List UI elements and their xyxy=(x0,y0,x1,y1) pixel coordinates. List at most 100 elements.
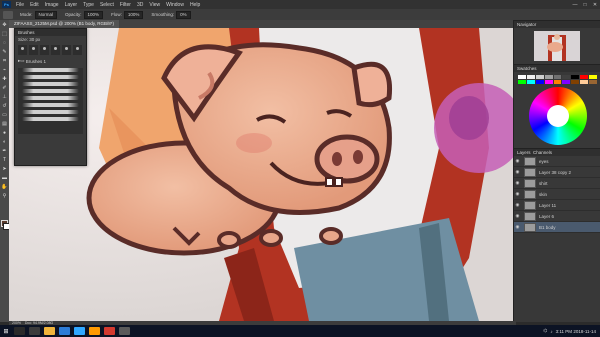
eye-icon[interactable]: ◉ xyxy=(514,158,521,164)
menu-window[interactable]: Window xyxy=(163,2,187,8)
menu-help[interactable]: Help xyxy=(187,2,203,8)
color-swatch[interactable] xyxy=(526,80,535,84)
brush-stroke-preview[interactable] xyxy=(22,103,79,107)
color-swatch[interactable] xyxy=(535,80,544,84)
brush-folder-row[interactable]: ▸▭ Brushes 1 xyxy=(15,57,86,65)
brush-tip[interactable] xyxy=(29,45,38,55)
file-explorer-icon[interactable] xyxy=(44,327,55,335)
color-swatch[interactable] xyxy=(571,80,580,84)
crop-tool-icon[interactable]: ⌗ xyxy=(1,58,8,65)
windows-start-icon[interactable]: ⊞ xyxy=(0,325,12,337)
zoom-tool-icon[interactable]: ⚲ xyxy=(1,193,8,200)
clock[interactable]: 3:11 PM 2018-11-14 xyxy=(556,329,596,334)
color-swatch[interactable] xyxy=(580,75,589,79)
opacity-option[interactable]: Opacity: 100% xyxy=(65,10,104,19)
brush-stroke-preview[interactable] xyxy=(22,117,79,121)
eye-icon[interactable]: ◉ xyxy=(514,213,521,219)
menu-image[interactable]: Image xyxy=(42,2,62,8)
brush-tip[interactable] xyxy=(51,45,60,55)
brush-stroke-preview[interactable] xyxy=(22,75,79,79)
document-tab[interactable]: ZIFAASS_2125M.psd @ 200% (B1 body, RGB/8… xyxy=(9,20,120,28)
stamp-tool-icon[interactable]: ⊥ xyxy=(1,94,8,101)
color-swatch[interactable] xyxy=(518,75,526,79)
color-swatch[interactable] xyxy=(589,75,597,79)
color-swatch[interactable] xyxy=(589,80,597,84)
color-swatch[interactable] xyxy=(562,75,571,79)
quick-select-tool-icon[interactable]: ✎ xyxy=(1,49,8,56)
navigator-thumbnail[interactable] xyxy=(534,31,580,61)
menu-edit[interactable]: Edit xyxy=(27,2,42,8)
brush-tip[interactable] xyxy=(40,45,49,55)
dodge-tool-icon[interactable]: ◐ xyxy=(1,139,8,146)
brush-preset-icon[interactable] xyxy=(3,10,13,19)
brush-stroke-preview[interactable] xyxy=(22,68,79,72)
eye-icon[interactable]: ◉ xyxy=(514,191,521,197)
maximize-icon[interactable]: □ xyxy=(580,2,590,8)
flow-field[interactable]: 100% xyxy=(123,10,144,19)
color-swatch[interactable] xyxy=(544,80,553,84)
color-swatch[interactable] xyxy=(562,80,571,84)
brush-tip[interactable] xyxy=(62,45,71,55)
color-wheel[interactable] xyxy=(528,87,587,145)
layer-row-selected[interactable]: ◉ B1 body xyxy=(514,222,600,233)
hand-tool-icon[interactable]: ✋ xyxy=(1,184,8,191)
smoothing-option[interactable]: Smoothing: 0% xyxy=(151,10,191,19)
layer-row[interactable]: ◉ eyes xyxy=(514,156,600,167)
volume-icon[interactable]: ♪ xyxy=(550,329,552,334)
history-brush-tool-icon[interactable]: ↺ xyxy=(1,103,8,110)
pen-tool-icon[interactable]: ✒ xyxy=(1,148,8,155)
move-tool-icon[interactable]: ✥ xyxy=(1,22,8,29)
color-swatch[interactable] xyxy=(518,80,526,84)
eye-icon[interactable]: ◉ xyxy=(514,202,521,208)
brush-size-value[interactable]: 30 px xyxy=(29,37,40,42)
app-taskbar-icon[interactable] xyxy=(119,327,130,335)
eyedropper-tool-icon[interactable]: ⌁ xyxy=(1,67,8,74)
menu-view[interactable]: View xyxy=(146,2,163,8)
menu-select[interactable]: Select xyxy=(97,2,117,8)
opacity-field[interactable]: 100% xyxy=(83,10,104,19)
lasso-tool-icon[interactable]: ◌ xyxy=(1,40,8,47)
mode-option[interactable]: Mode: Normal xyxy=(20,10,58,19)
color-swatch[interactable] xyxy=(580,80,589,84)
menu-filter[interactable]: Filter xyxy=(117,2,134,8)
menu-type[interactable]: Type xyxy=(80,2,97,8)
healing-tool-icon[interactable]: ✚ xyxy=(1,76,8,83)
brush-stroke-preview[interactable] xyxy=(22,82,79,86)
color-swatch[interactable] xyxy=(535,75,544,79)
layer-row[interactable]: ◉ skin xyxy=(514,189,600,200)
close-icon[interactable]: ✕ xyxy=(590,2,600,8)
blur-tool-icon[interactable]: ● xyxy=(1,130,8,137)
task-view-icon[interactable] xyxy=(29,327,40,335)
type-tool-icon[interactable]: T xyxy=(1,157,8,164)
color-swatch[interactable] xyxy=(553,80,562,84)
eye-icon[interactable]: ◉ xyxy=(514,224,521,230)
layer-row[interactable]: ◉ shirt xyxy=(514,178,600,189)
smoothing-field[interactable]: 0% xyxy=(176,10,191,19)
channels-tab[interactable]: Channels xyxy=(533,150,552,155)
brush-tip[interactable] xyxy=(18,45,27,55)
path-select-tool-icon[interactable]: ➤ xyxy=(1,166,8,173)
layer-row[interactable]: ◉ Layer 11 xyxy=(514,200,600,211)
navigator-panel-header[interactable]: Navigator xyxy=(514,20,600,28)
eraser-tool-icon[interactable]: ▭ xyxy=(1,112,8,119)
mode-select[interactable]: Normal xyxy=(34,10,58,19)
swatches-panel-header[interactable]: Swatches xyxy=(514,64,600,72)
brush-tool-icon[interactable]: ✐ xyxy=(1,85,8,92)
color-swatch[interactable] xyxy=(526,75,535,79)
color-swatch[interactable] xyxy=(553,75,562,79)
eye-icon[interactable]: ◉ xyxy=(514,180,521,186)
photoshop-taskbar-icon[interactable] xyxy=(74,327,85,335)
brush-stroke-preview[interactable] xyxy=(22,110,79,114)
layers-tab[interactable]: Layers xyxy=(517,150,531,155)
marquee-tool-icon[interactable]: ⬚ xyxy=(1,31,8,38)
flow-option[interactable]: Flow: 100% xyxy=(111,10,144,19)
brush-stroke-preview[interactable] xyxy=(22,96,79,100)
app-taskbar-icon[interactable] xyxy=(104,327,115,335)
brush-stroke-preview[interactable] xyxy=(22,89,79,93)
eye-icon[interactable]: ◉ xyxy=(514,169,521,175)
minimize-icon[interactable]: — xyxy=(570,2,580,8)
menu-3d[interactable]: 3D xyxy=(134,2,146,8)
menu-file[interactable]: File xyxy=(13,2,27,8)
layer-row[interactable]: ◉ Layer 6 xyxy=(514,211,600,222)
color-swatch[interactable] xyxy=(571,75,580,79)
